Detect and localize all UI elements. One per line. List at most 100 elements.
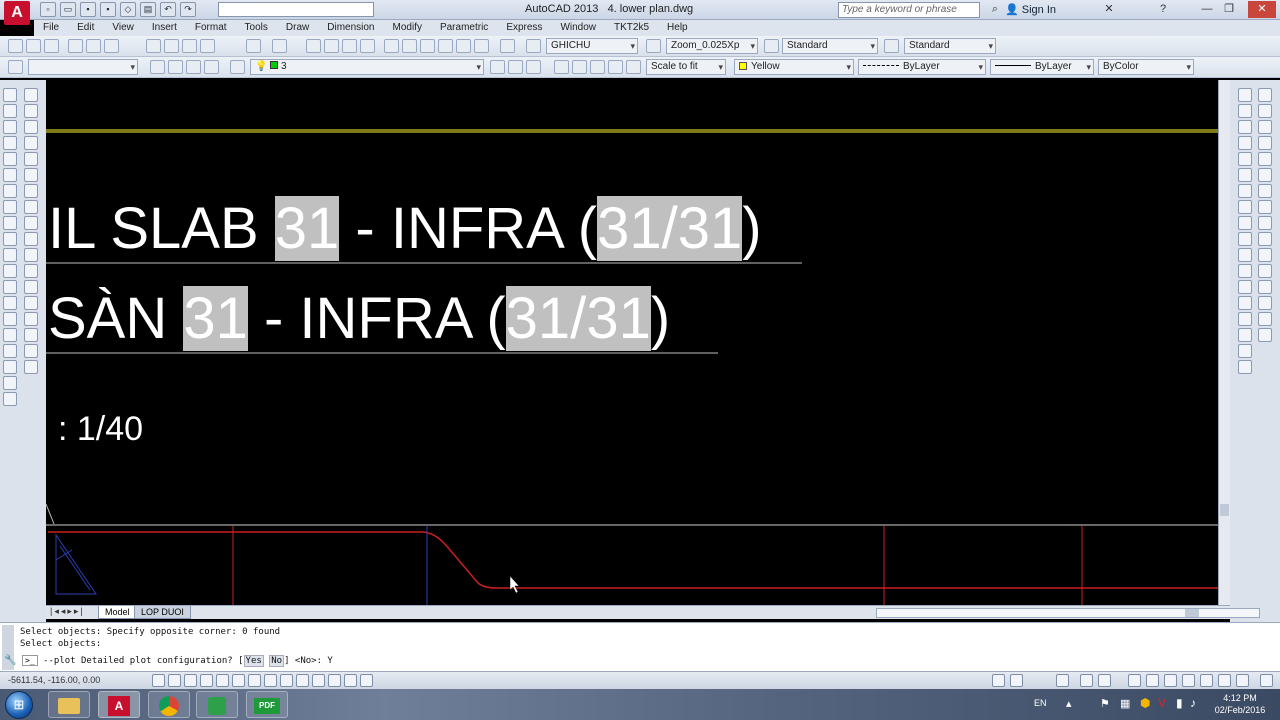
exchange-close-icon[interactable]: ✕ [1098, 1, 1120, 18]
snap-tangent-icon[interactable] [1258, 200, 1272, 214]
menu-view[interactable]: View [103, 20, 143, 36]
revision-cloud-icon[interactable] [3, 200, 17, 214]
zoom-realtime-icon[interactable] [324, 39, 339, 53]
dim-style-select[interactable]: Zoom_0.025Xp [666, 38, 758, 54]
menu-parametric[interactable]: Parametric [431, 20, 497, 36]
table-style-icon[interactable] [764, 39, 779, 53]
offset-icon[interactable] [24, 136, 38, 150]
menu-tools[interactable]: Tools [236, 20, 277, 36]
table-style-select[interactable]: Standard [782, 38, 878, 54]
arc-icon[interactable] [3, 168, 17, 182]
menu-dimension[interactable]: Dimension [318, 20, 383, 36]
lock-ui-icon[interactable] [1146, 674, 1159, 687]
convert-viewport-icon[interactable] [608, 60, 623, 74]
arc-length-icon[interactable] [1238, 120, 1252, 134]
multiline-text-icon[interactable] [3, 376, 17, 390]
jogged-linear-icon[interactable] [1238, 344, 1252, 358]
viewport-scale-select[interactable]: Scale to fit [646, 59, 726, 75]
menu-express[interactable]: Express [497, 20, 551, 36]
region-icon[interactable] [3, 344, 17, 358]
network-app-icon[interactable] [196, 691, 238, 718]
ordinate-icon[interactable] [1238, 136, 1252, 150]
dynamic-input-icon[interactable] [296, 674, 309, 687]
minimize-button[interactable]: — [1196, 1, 1218, 18]
single-viewport-icon[interactable] [572, 60, 587, 74]
snap-center-icon[interactable] [1258, 168, 1272, 182]
status-menu-icon[interactable] [1260, 674, 1273, 687]
command-prompt[interactable]: >_ --plot Detailed plot configuration? [… [22, 655, 333, 667]
lineweight-select[interactable]: ByLayer [990, 59, 1094, 75]
clip-viewport-icon[interactable] [626, 60, 641, 74]
maximize-viewport-icon[interactable] [1056, 674, 1069, 687]
hatch-icon[interactable] [3, 312, 17, 326]
snap-midpoint-icon[interactable] [1258, 104, 1272, 118]
workspace-switch-icon[interactable] [1128, 674, 1141, 687]
scale-icon[interactable] [24, 200, 38, 214]
erase-icon[interactable] [24, 88, 38, 102]
menu-help[interactable]: Help [658, 20, 697, 36]
infer-constraints-icon[interactable] [152, 674, 165, 687]
point-icon[interactable] [3, 296, 17, 310]
menu-draw[interactable]: Draw [277, 20, 318, 36]
paste-icon[interactable] [182, 39, 197, 53]
snap-none-icon[interactable] [1258, 296, 1272, 310]
angular-icon[interactable] [1238, 200, 1252, 214]
tool-palettes-icon[interactable] [420, 39, 435, 53]
jogged-icon[interactable] [1238, 168, 1252, 182]
flag-icon[interactable]: ⚑ [1100, 697, 1110, 710]
workspace-icon[interactable] [8, 60, 23, 74]
file-explorer-icon[interactable] [48, 691, 90, 718]
markup-icon[interactable] [456, 39, 471, 53]
snap-parallel-icon[interactable] [1258, 232, 1272, 246]
lineweight-toggle-icon[interactable] [312, 674, 325, 687]
pdf-app-icon[interactable]: PDF [246, 691, 288, 718]
layer-state-icon[interactable] [168, 60, 183, 74]
tray-expand-icon[interactable]: ▴ [1066, 697, 1072, 710]
fillet-icon[interactable] [24, 312, 38, 326]
ellipse-arc-icon[interactable] [3, 248, 17, 262]
tab-lop-duoi[interactable]: LOP DUOI [134, 606, 191, 619]
transparency-icon[interactable] [328, 674, 341, 687]
dynamic-ucs-icon[interactable] [280, 674, 293, 687]
snap-intersection-icon[interactable] [1258, 120, 1272, 134]
menu-edit[interactable]: Edit [68, 20, 103, 36]
power-icon[interactable]: ▮ [1176, 696, 1183, 710]
multileader-style-icon[interactable] [884, 39, 899, 53]
polar-tracking-icon[interactable] [216, 674, 229, 687]
publish-icon[interactable] [104, 39, 119, 53]
temp-track-icon[interactable] [1258, 328, 1272, 342]
wrench-icon[interactable]: 🔧 [4, 655, 16, 666]
tab-nav-arrows-icon[interactable]: |◂◂▸▸| [50, 606, 85, 617]
diameter-icon[interactable] [1238, 184, 1252, 198]
sign-in-link[interactable]: 👤 Sign In [1005, 3, 1056, 16]
hardware-acceleration-icon[interactable] [1164, 674, 1177, 687]
move-icon[interactable] [24, 168, 38, 182]
make-current-icon[interactable] [490, 60, 505, 74]
security-icon[interactable]: ⬢ [1140, 696, 1150, 710]
object-snap-icon[interactable] [232, 674, 245, 687]
vertical-scrollbar[interactable] [1218, 80, 1230, 605]
pan-icon[interactable] [306, 39, 321, 53]
extend-icon[interactable] [24, 248, 38, 262]
text-style-select[interactable]: GHICHU [546, 38, 638, 54]
menu-tkt2k5[interactable]: TKT2k5 [605, 20, 658, 36]
stretch-icon[interactable] [24, 216, 38, 230]
chamfer-icon[interactable] [24, 296, 38, 310]
insert-block-icon[interactable] [3, 264, 17, 278]
layer-properties-icon[interactable] [150, 60, 165, 74]
trim-icon[interactable] [24, 232, 38, 246]
layer-freeze-icon[interactable] [526, 60, 541, 74]
layer-toolbar-icon[interactable] [230, 60, 245, 74]
rectangle-icon[interactable] [3, 152, 17, 166]
application-menu-button[interactable]: A [4, 1, 30, 25]
snap-perpendicular-icon[interactable] [1258, 216, 1272, 230]
copy-object-icon[interactable] [24, 104, 38, 118]
aligned-dim-icon[interactable] [1238, 104, 1252, 118]
explode-icon[interactable] [24, 328, 38, 342]
construction-line-icon[interactable] [3, 104, 17, 118]
workspace-combo[interactable] [28, 59, 138, 75]
linear-dim-icon[interactable] [1238, 88, 1252, 102]
drawing-area[interactable]: IL SLAB 31 - INFRA (31/31) SÀN 31 - INFR… [46, 80, 1218, 605]
gradient-icon[interactable] [3, 328, 17, 342]
selection-cycling-icon[interactable] [360, 674, 373, 687]
